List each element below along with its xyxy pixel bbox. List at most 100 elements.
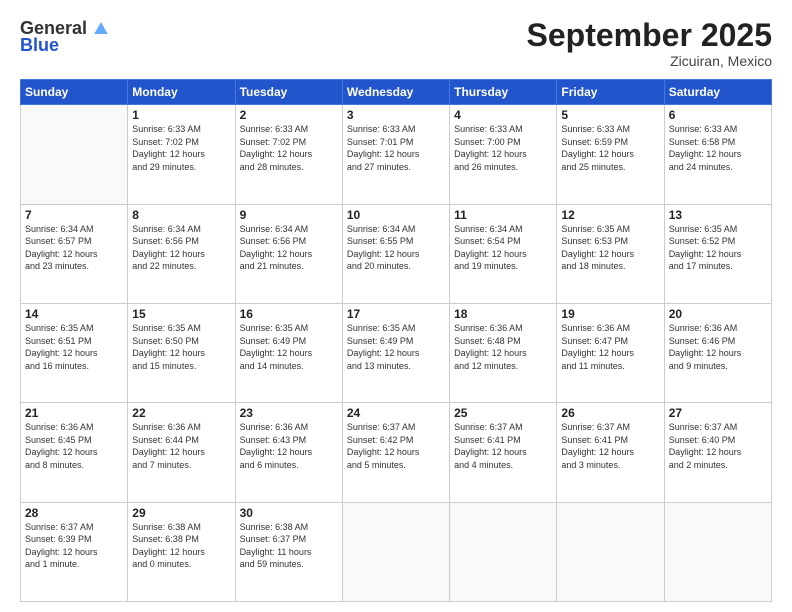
- day-cell-0-3: 3Sunrise: 6:33 AM Sunset: 7:01 PM Daylig…: [342, 105, 449, 204]
- day-info-5: Sunrise: 6:33 AM Sunset: 6:59 PM Dayligh…: [561, 123, 659, 173]
- day-info-23: Sunrise: 6:36 AM Sunset: 6:43 PM Dayligh…: [240, 421, 338, 471]
- day-cell-4-4: [450, 502, 557, 601]
- day-info-2: Sunrise: 6:33 AM Sunset: 7:02 PM Dayligh…: [240, 123, 338, 173]
- day-number-14: 14: [25, 307, 123, 321]
- day-info-4: Sunrise: 6:33 AM Sunset: 7:00 PM Dayligh…: [454, 123, 552, 173]
- day-info-11: Sunrise: 6:34 AM Sunset: 6:54 PM Dayligh…: [454, 223, 552, 273]
- col-tuesday: Tuesday: [235, 80, 342, 105]
- header: General Blue September 2025 Zicuiran, Me…: [20, 18, 772, 69]
- week-row-0: 1Sunrise: 6:33 AM Sunset: 7:02 PM Daylig…: [21, 105, 772, 204]
- day-cell-0-6: 6Sunrise: 6:33 AM Sunset: 6:58 PM Daylig…: [664, 105, 771, 204]
- day-number-2: 2: [240, 108, 338, 122]
- day-cell-1-6: 13Sunrise: 6:35 AM Sunset: 6:52 PM Dayli…: [664, 204, 771, 303]
- calendar-header-row: Sunday Monday Tuesday Wednesday Thursday…: [21, 80, 772, 105]
- day-info-19: Sunrise: 6:36 AM Sunset: 6:47 PM Dayligh…: [561, 322, 659, 372]
- day-number-12: 12: [561, 208, 659, 222]
- day-info-18: Sunrise: 6:36 AM Sunset: 6:48 PM Dayligh…: [454, 322, 552, 372]
- day-cell-2-1: 15Sunrise: 6:35 AM Sunset: 6:50 PM Dayli…: [128, 303, 235, 402]
- day-number-11: 11: [454, 208, 552, 222]
- day-number-24: 24: [347, 406, 445, 420]
- location-subtitle: Zicuiran, Mexico: [527, 53, 772, 69]
- day-info-1: Sunrise: 6:33 AM Sunset: 7:02 PM Dayligh…: [132, 123, 230, 173]
- day-cell-3-4: 25Sunrise: 6:37 AM Sunset: 6:41 PM Dayli…: [450, 403, 557, 502]
- day-number-4: 4: [454, 108, 552, 122]
- day-cell-1-0: 7Sunrise: 6:34 AM Sunset: 6:57 PM Daylig…: [21, 204, 128, 303]
- col-thursday: Thursday: [450, 80, 557, 105]
- day-info-21: Sunrise: 6:36 AM Sunset: 6:45 PM Dayligh…: [25, 421, 123, 471]
- day-info-6: Sunrise: 6:33 AM Sunset: 6:58 PM Dayligh…: [669, 123, 767, 173]
- day-cell-4-6: [664, 502, 771, 601]
- day-number-13: 13: [669, 208, 767, 222]
- day-number-26: 26: [561, 406, 659, 420]
- day-info-10: Sunrise: 6:34 AM Sunset: 6:55 PM Dayligh…: [347, 223, 445, 273]
- day-number-28: 28: [25, 506, 123, 520]
- col-wednesday: Wednesday: [342, 80, 449, 105]
- day-cell-0-0: [21, 105, 128, 204]
- day-cell-3-1: 22Sunrise: 6:36 AM Sunset: 6:44 PM Dayli…: [128, 403, 235, 502]
- day-number-6: 6: [669, 108, 767, 122]
- day-info-24: Sunrise: 6:37 AM Sunset: 6:42 PM Dayligh…: [347, 421, 445, 471]
- week-row-4: 28Sunrise: 6:37 AM Sunset: 6:39 PM Dayli…: [21, 502, 772, 601]
- day-number-30: 30: [240, 506, 338, 520]
- day-cell-0-1: 1Sunrise: 6:33 AM Sunset: 7:02 PM Daylig…: [128, 105, 235, 204]
- day-info-13: Sunrise: 6:35 AM Sunset: 6:52 PM Dayligh…: [669, 223, 767, 273]
- day-info-7: Sunrise: 6:34 AM Sunset: 6:57 PM Dayligh…: [25, 223, 123, 273]
- day-number-8: 8: [132, 208, 230, 222]
- col-saturday: Saturday: [664, 80, 771, 105]
- day-cell-2-5: 19Sunrise: 6:36 AM Sunset: 6:47 PM Dayli…: [557, 303, 664, 402]
- day-info-17: Sunrise: 6:35 AM Sunset: 6:49 PM Dayligh…: [347, 322, 445, 372]
- day-cell-4-3: [342, 502, 449, 601]
- day-cell-2-3: 17Sunrise: 6:35 AM Sunset: 6:49 PM Dayli…: [342, 303, 449, 402]
- day-info-12: Sunrise: 6:35 AM Sunset: 6:53 PM Dayligh…: [561, 223, 659, 273]
- day-cell-2-4: 18Sunrise: 6:36 AM Sunset: 6:48 PM Dayli…: [450, 303, 557, 402]
- title-block: September 2025 Zicuiran, Mexico: [527, 18, 772, 69]
- day-cell-1-1: 8Sunrise: 6:34 AM Sunset: 6:56 PM Daylig…: [128, 204, 235, 303]
- day-info-20: Sunrise: 6:36 AM Sunset: 6:46 PM Dayligh…: [669, 322, 767, 372]
- day-number-16: 16: [240, 307, 338, 321]
- day-cell-1-5: 12Sunrise: 6:35 AM Sunset: 6:53 PM Dayli…: [557, 204, 664, 303]
- logo: General Blue: [20, 18, 111, 56]
- day-cell-0-2: 2Sunrise: 6:33 AM Sunset: 7:02 PM Daylig…: [235, 105, 342, 204]
- day-cell-4-1: 29Sunrise: 6:38 AM Sunset: 6:38 PM Dayli…: [128, 502, 235, 601]
- week-row-2: 14Sunrise: 6:35 AM Sunset: 6:51 PM Dayli…: [21, 303, 772, 402]
- day-info-15: Sunrise: 6:35 AM Sunset: 6:50 PM Dayligh…: [132, 322, 230, 372]
- day-info-14: Sunrise: 6:35 AM Sunset: 6:51 PM Dayligh…: [25, 322, 123, 372]
- day-number-7: 7: [25, 208, 123, 222]
- day-cell-3-5: 26Sunrise: 6:37 AM Sunset: 6:41 PM Dayli…: [557, 403, 664, 502]
- day-number-19: 19: [561, 307, 659, 321]
- day-cell-2-2: 16Sunrise: 6:35 AM Sunset: 6:49 PM Dayli…: [235, 303, 342, 402]
- week-row-3: 21Sunrise: 6:36 AM Sunset: 6:45 PM Dayli…: [21, 403, 772, 502]
- day-info-22: Sunrise: 6:36 AM Sunset: 6:44 PM Dayligh…: [132, 421, 230, 471]
- day-info-28: Sunrise: 6:37 AM Sunset: 6:39 PM Dayligh…: [25, 521, 123, 571]
- day-number-25: 25: [454, 406, 552, 420]
- day-cell-4-5: [557, 502, 664, 601]
- day-number-5: 5: [561, 108, 659, 122]
- month-title: September 2025: [527, 18, 772, 53]
- day-info-27: Sunrise: 6:37 AM Sunset: 6:40 PM Dayligh…: [669, 421, 767, 471]
- week-row-1: 7Sunrise: 6:34 AM Sunset: 6:57 PM Daylig…: [21, 204, 772, 303]
- col-monday: Monday: [128, 80, 235, 105]
- day-info-16: Sunrise: 6:35 AM Sunset: 6:49 PM Dayligh…: [240, 322, 338, 372]
- page: General Blue September 2025 Zicuiran, Me…: [0, 0, 792, 612]
- day-cell-1-2: 9Sunrise: 6:34 AM Sunset: 6:56 PM Daylig…: [235, 204, 342, 303]
- logo-icon: [91, 19, 111, 39]
- day-number-17: 17: [347, 307, 445, 321]
- day-cell-3-6: 27Sunrise: 6:37 AM Sunset: 6:40 PM Dayli…: [664, 403, 771, 502]
- day-number-1: 1: [132, 108, 230, 122]
- calendar-table: Sunday Monday Tuesday Wednesday Thursday…: [20, 79, 772, 602]
- day-number-15: 15: [132, 307, 230, 321]
- day-info-29: Sunrise: 6:38 AM Sunset: 6:38 PM Dayligh…: [132, 521, 230, 571]
- col-friday: Friday: [557, 80, 664, 105]
- day-info-25: Sunrise: 6:37 AM Sunset: 6:41 PM Dayligh…: [454, 421, 552, 471]
- day-cell-1-3: 10Sunrise: 6:34 AM Sunset: 6:55 PM Dayli…: [342, 204, 449, 303]
- day-info-30: Sunrise: 6:38 AM Sunset: 6:37 PM Dayligh…: [240, 521, 338, 571]
- day-cell-3-3: 24Sunrise: 6:37 AM Sunset: 6:42 PM Dayli…: [342, 403, 449, 502]
- day-number-10: 10: [347, 208, 445, 222]
- day-number-9: 9: [240, 208, 338, 222]
- day-info-9: Sunrise: 6:34 AM Sunset: 6:56 PM Dayligh…: [240, 223, 338, 273]
- day-number-3: 3: [347, 108, 445, 122]
- day-number-20: 20: [669, 307, 767, 321]
- logo-blue-text: Blue: [20, 35, 59, 56]
- day-number-21: 21: [25, 406, 123, 420]
- col-sunday: Sunday: [21, 80, 128, 105]
